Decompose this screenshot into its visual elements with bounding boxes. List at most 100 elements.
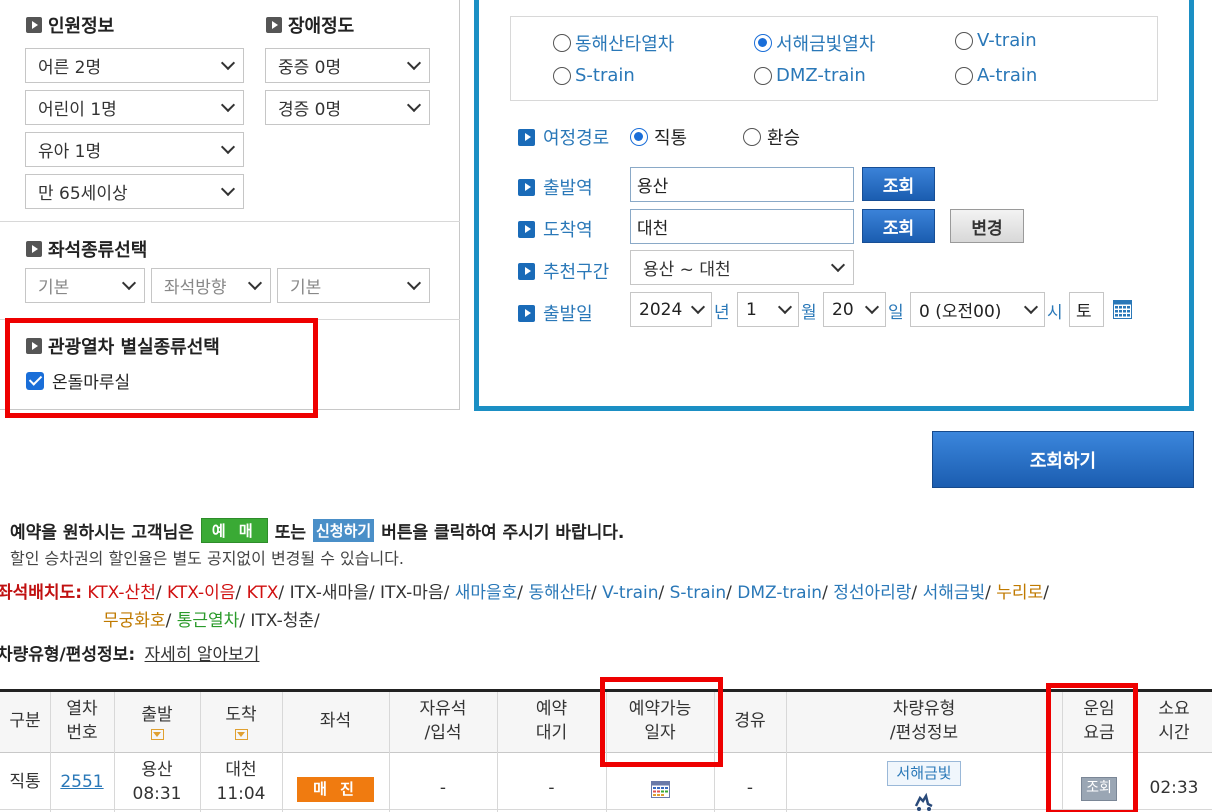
severe-select[interactable]: 중증 0명 <box>265 48 430 83</box>
radio-selected-icon[interactable] <box>630 128 648 146</box>
link-separator: / <box>985 583 997 603</box>
seat-class-select[interactable]: 기본 <box>25 268 145 303</box>
weekday-field: 토 <box>1069 292 1104 327</box>
link-separator: / <box>235 583 247 603</box>
seat-direction-select[interactable]: 좌석방향 <box>151 268 271 303</box>
seat-layout-link[interactable]: V-train <box>602 583 658 603</box>
seat-layout-link[interactable]: KTX-산천 <box>87 583 155 603</box>
departure-search-button[interactable]: 조회 <box>862 167 935 201</box>
mild-select[interactable]: 경증 0명 <box>265 90 430 125</box>
hour-select[interactable]: 0 (오전00) <box>910 292 1045 327</box>
radio-icon[interactable] <box>743 128 761 146</box>
seat-links-row1: KTX-산천/ KTX-이음/ KTX/ ITX-새마을/ ITX-마음/ 새마… <box>87 583 1049 603</box>
vehicle-badge[interactable]: 서해금빛 <box>887 760 961 786</box>
arrival-input[interactable]: 대천 <box>630 209 854 244</box>
chevron-down-icon <box>220 55 236 71</box>
child-select[interactable]: 어린이 1명 <box>25 90 244 125</box>
cell-vehicle[interactable]: 서해금빛 <box>786 758 1062 788</box>
recommend-select[interactable]: 용산 ~ 대천 <box>630 250 854 285</box>
tour-room-title: 관광열차 별실종류선택 <box>26 333 220 359</box>
radio-icon[interactable] <box>754 66 772 85</box>
radio-icon[interactable] <box>955 31 973 50</box>
arrival-search-button[interactable]: 조회 <box>862 209 935 243</box>
seat-layout-link[interactable]: KTX <box>247 583 279 603</box>
radio-icon[interactable] <box>955 66 973 85</box>
train-number-link[interactable]: 2551 <box>60 771 103 795</box>
swap-button[interactable]: 변경 <box>950 209 1024 243</box>
seat-layout-link[interactable]: ITX-마음 <box>380 583 444 603</box>
cell-type: 직통 <box>9 772 41 793</box>
header-train-no: 열차 번호 <box>66 699 98 743</box>
seat-layout-link[interactable]: ITX-청춘 <box>250 611 314 631</box>
departure-label: 출발역 <box>518 174 593 200</box>
cell-arrival: 대천 11:04 <box>216 760 266 804</box>
adult-select[interactable]: 어른 2명 <box>25 48 244 83</box>
cell-departure: 용산 08:31 <box>132 760 182 804</box>
seat-position-select[interactable]: 기본 <box>277 268 430 303</box>
senior-select[interactable]: 만 65세이상 <box>25 174 244 209</box>
seat-layout-link[interactable]: 통근열차 <box>177 611 240 631</box>
seat-layout-link[interactable]: 정선아리랑 <box>833 583 911 603</box>
radio-strain[interactable]: S-train <box>553 65 635 86</box>
route-transfer[interactable]: 환승 <box>743 124 800 150</box>
yemae-button-sample: 예 매 <box>200 518 268 543</box>
chevron-down-icon <box>121 275 137 291</box>
seat-layout-link[interactable]: S-train <box>670 583 727 603</box>
seat-layout-link[interactable]: 무궁화호 <box>103 611 166 631</box>
header-free-seat: 자유석/입석 <box>419 699 467 743</box>
infant-select[interactable]: 유아 1명 <box>25 132 244 167</box>
radio-vtrain[interactable]: V-train <box>955 30 1037 51</box>
link-separator: / <box>368 583 380 603</box>
ondol-checkbox-row[interactable]: 온돌마루실 <box>26 368 130 393</box>
year-unit: 년 <box>714 303 730 323</box>
radio-seohae[interactable]: 서해금빛열차 <box>754 30 875 56</box>
seat-layout-link[interactable]: KTX-이음 <box>167 583 235 603</box>
arrow-icon <box>266 17 282 33</box>
calendar-icon[interactable] <box>1113 300 1132 319</box>
header-duration: 소요 시간 <box>1158 699 1190 743</box>
link-separator: / <box>517 583 529 603</box>
link-separator: / <box>165 611 177 631</box>
chevron-down-icon <box>830 257 846 273</box>
radio-donghae[interactable]: 동해산타열차 <box>553 30 674 56</box>
month-select[interactable]: 1 <box>737 292 799 327</box>
radio-atrain[interactable]: A-train <box>955 65 1037 86</box>
arrow-icon <box>26 17 42 33</box>
calendar-icon[interactable] <box>650 780 670 798</box>
cell-train-no[interactable]: 2551 <box>50 754 114 812</box>
seat-layout-link[interactable]: ITX-새마을 <box>290 583 369 603</box>
year-select[interactable]: 2024 <box>630 292 712 327</box>
seat-layout-link[interactable]: DMZ-train <box>737 583 822 603</box>
search-train-button[interactable]: 조회하기 <box>932 431 1194 488</box>
chevron-down-icon <box>690 299 706 315</box>
header-vehicle: 차량유형/편성정보 <box>889 699 959 743</box>
route-direct[interactable]: 직통 <box>630 124 687 150</box>
seat-layout-link[interactable]: 동해산타 <box>528 583 591 603</box>
link-separator: / <box>822 583 834 603</box>
sort-down-icon[interactable] <box>150 729 164 741</box>
vehicle-info-link[interactable]: 자세히 알아보기 <box>145 645 260 665</box>
seat-layout-link[interactable]: 누리로 <box>996 583 1043 603</box>
chevron-down-icon <box>220 97 236 113</box>
header-departure[interactable]: 출발 <box>114 692 200 752</box>
link-separator: / <box>726 583 738 603</box>
radio-icon[interactable] <box>553 66 571 85</box>
radio-dmz[interactable]: DMZ-train <box>754 65 866 86</box>
cell-duration: 02:33 <box>1149 778 1199 799</box>
header-seat: 좌석 <box>319 711 352 732</box>
checkbox-checked-icon[interactable] <box>26 371 44 390</box>
departure-input[interactable]: 용산 <box>630 167 854 202</box>
radio-selected-icon[interactable] <box>754 34 772 52</box>
header-arrival[interactable]: 도착 <box>200 692 282 752</box>
month-unit: 월 <box>801 303 817 323</box>
day-select[interactable]: 20 <box>823 292 886 327</box>
cell-seat: 매 진 <box>282 754 389 812</box>
seat-layout-link[interactable]: 서해금빛 <box>923 583 986 603</box>
apply-button-sample: 신청하기 <box>313 519 375 542</box>
link-separator: / <box>1043 583 1049 603</box>
radio-icon[interactable] <box>553 34 571 52</box>
sort-down-icon[interactable] <box>234 729 248 741</box>
link-separator: / <box>591 583 603 603</box>
seat-layout-link[interactable]: 새마을호 <box>455 583 518 603</box>
cell-waitlist: - <box>548 778 555 799</box>
